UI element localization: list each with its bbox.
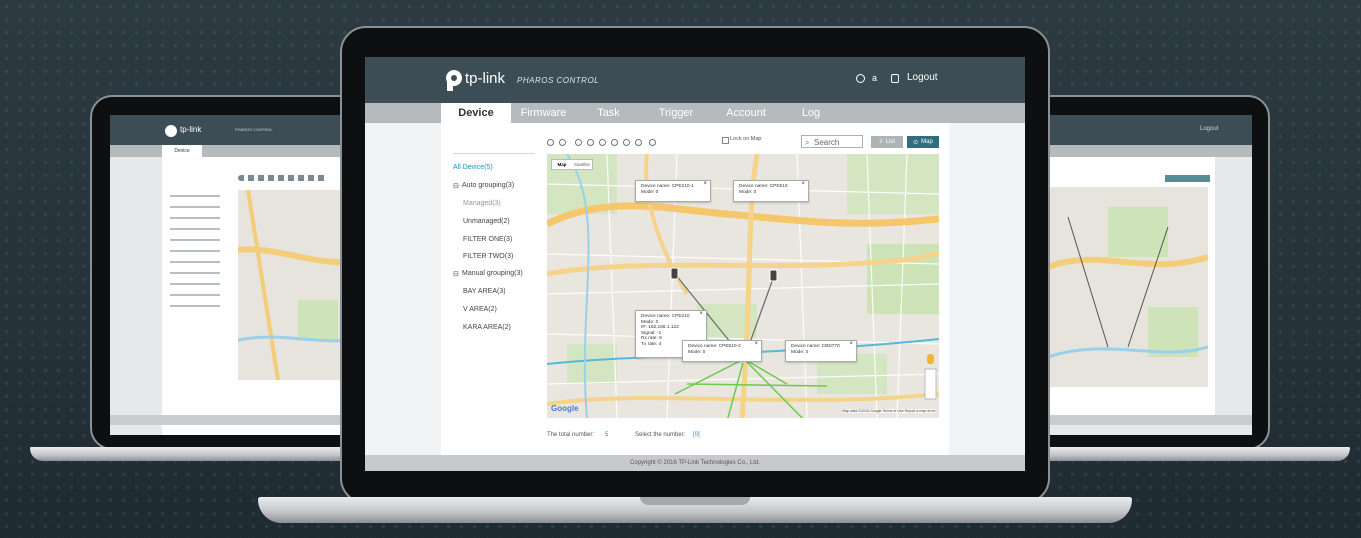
center-laptop-notch bbox=[640, 497, 750, 505]
left-tab-device: Device bbox=[162, 145, 202, 157]
popup-line: Mode: 0 bbox=[791, 349, 809, 355]
left-footer-bar bbox=[110, 415, 372, 425]
sidebar-item-v-area[interactable]: V AREA(2) bbox=[463, 306, 497, 313]
list-view-button[interactable]: ≡ List bbox=[871, 136, 903, 148]
map-view-button[interactable]: ⊙ Map bbox=[907, 136, 939, 148]
popup-close-icon[interactable]: × bbox=[699, 311, 703, 318]
sidebar-item-filter-one[interactable]: FILTER ONE(3) bbox=[463, 236, 512, 243]
sidebar-item-unmanaged[interactable]: Unmanaged(2) bbox=[463, 218, 510, 225]
tp-link-logo-icon bbox=[446, 70, 462, 91]
locate-icon[interactable] bbox=[623, 139, 630, 146]
map-attribution: Map data ©2016 Google Terms of Use Repor… bbox=[842, 409, 935, 413]
copyright-text: Copyright © 2016 TP-Link Technologies Co… bbox=[630, 460, 760, 466]
select-number-value: [0] bbox=[693, 432, 700, 438]
tab-trigger[interactable]: Trigger bbox=[641, 103, 711, 123]
sidebar-item-all-devices[interactable]: All Device(5) bbox=[453, 164, 493, 171]
right-toolbar-btns bbox=[1165, 175, 1210, 182]
google-logo: Google bbox=[551, 404, 579, 413]
device-popup-cpe510-2[interactable]: × Device name: CPE510-2 Mode: 0 bbox=[682, 340, 762, 362]
popup-close-icon[interactable]: × bbox=[703, 181, 707, 188]
app-header: tp-link PHAROS CONTROL a Logout bbox=[365, 57, 1025, 103]
tab-account[interactable]: Account bbox=[711, 103, 781, 123]
left-toolbar-dots bbox=[238, 175, 328, 181]
refresh-icon[interactable] bbox=[575, 139, 582, 146]
left-nav bbox=[110, 145, 372, 157]
logout-button[interactable]: Logout bbox=[907, 72, 938, 83]
map-pin-icon: ⊙ bbox=[913, 139, 919, 146]
map-type-map[interactable]: Map bbox=[552, 160, 572, 169]
lock-on-map-label: Lock on Map bbox=[730, 136, 762, 142]
total-number-value: 5 bbox=[605, 432, 609, 438]
sidebar-item-auto-grouping[interactable]: Auto grouping(3) bbox=[462, 182, 514, 189]
lock-on-map-checkbox[interactable] bbox=[722, 137, 729, 144]
left-product-name: PHAROS CONTROL bbox=[235, 127, 273, 132]
sidebar-item-kara-area[interactable]: KARA AREA(2) bbox=[463, 324, 511, 331]
left-laptop-screen: tp-link PHAROS CONTROL Device bbox=[110, 115, 372, 435]
copyright-bar: Copyright © 2016 TP-Link Technologies Co… bbox=[365, 455, 1025, 471]
right-footer-bar bbox=[1030, 415, 1252, 425]
map-type-toggle[interactable]: Map Satellite bbox=[551, 159, 593, 170]
popup-line: Mode: 0 bbox=[739, 189, 757, 195]
total-number-label: The total number: bbox=[547, 432, 595, 438]
popup-close-icon[interactable]: × bbox=[849, 341, 853, 348]
right-laptop-screen: Logout bbox=[1030, 115, 1252, 435]
device-popup-cpe510[interactable]: × Device name: CPE510 Mode: 0 bbox=[733, 180, 809, 202]
right-logout: Logout bbox=[1200, 126, 1219, 132]
popup-line: Mode: 0 bbox=[641, 189, 659, 195]
remove-icon[interactable] bbox=[559, 139, 566, 146]
main-nav: Device Firmware Task Trigger Account Log bbox=[365, 103, 1025, 123]
add-icon[interactable] bbox=[547, 139, 554, 146]
group-icon[interactable] bbox=[635, 139, 642, 146]
upgrade-icon[interactable] bbox=[599, 139, 606, 146]
device-map[interactable]: Map Satellite × Device name: CPE210-1 Mo… bbox=[547, 154, 939, 418]
user-icon[interactable] bbox=[856, 74, 865, 83]
right-nav bbox=[1030, 145, 1252, 157]
popup-close-icon[interactable]: × bbox=[754, 341, 758, 348]
app-screen: tp-link PHAROS CONTROL a Logout Device F… bbox=[365, 57, 1025, 471]
logo-text: tp-link bbox=[465, 70, 506, 87]
settings-icon[interactable] bbox=[587, 139, 594, 146]
search-icon: ⌕ bbox=[805, 138, 810, 147]
popup-line: Mode: 0 bbox=[688, 349, 706, 355]
delete-icon[interactable] bbox=[649, 139, 656, 146]
select-number-label: Select the number: bbox=[635, 432, 686, 438]
product-name: PHAROS CONTROL bbox=[517, 76, 600, 85]
left-sidebar-lines bbox=[170, 195, 220, 315]
device-popup-cbd770[interactable]: × Device name: CBD770 Mode: 0 bbox=[785, 340, 857, 362]
sidebar-item-manual-grouping[interactable]: Manual grouping(3) bbox=[462, 270, 523, 277]
tab-task[interactable]: Task bbox=[576, 103, 641, 123]
reboot-icon[interactable] bbox=[611, 139, 618, 146]
tree-collapse-icon-2[interactable]: ⊟ bbox=[453, 270, 459, 278]
sidebar-item-filter-two[interactable]: FILTER TWO(3) bbox=[463, 253, 513, 260]
list-view-label: List bbox=[885, 139, 895, 145]
user-label[interactable]: a bbox=[872, 73, 877, 83]
sidebar-item-managed[interactable]: Managed(3) bbox=[463, 200, 501, 207]
right-map-svg bbox=[1046, 207, 1209, 359]
tab-log[interactable]: Log bbox=[781, 103, 841, 123]
logout-icon[interactable] bbox=[891, 74, 899, 83]
left-logo bbox=[165, 125, 177, 137]
sidebar-item-bay-area[interactable]: BAY AREA(3) bbox=[463, 288, 506, 295]
tab-firmware[interactable]: Firmware bbox=[511, 103, 576, 123]
popup-close-icon[interactable]: × bbox=[801, 181, 805, 188]
tab-device[interactable]: Device bbox=[441, 103, 511, 123]
list-icon: ≡ bbox=[879, 139, 883, 145]
tree-collapse-icon[interactable]: ⊟ bbox=[453, 182, 459, 190]
search-placeholder: Search bbox=[814, 138, 840, 147]
left-logo-text: tp-link bbox=[180, 125, 202, 134]
sidebar-divider bbox=[453, 153, 535, 154]
right-map bbox=[1046, 187, 1209, 387]
right-app-header bbox=[1030, 115, 1252, 145]
device-popup-cpe210-1[interactable]: × Device name: CPE210-1 Mode: 0 bbox=[635, 180, 711, 202]
map-view-label: Map bbox=[921, 139, 933, 145]
search-input[interactable]: ⌕ Search bbox=[801, 135, 863, 148]
map-type-satellite[interactable]: Satellite bbox=[572, 160, 592, 169]
